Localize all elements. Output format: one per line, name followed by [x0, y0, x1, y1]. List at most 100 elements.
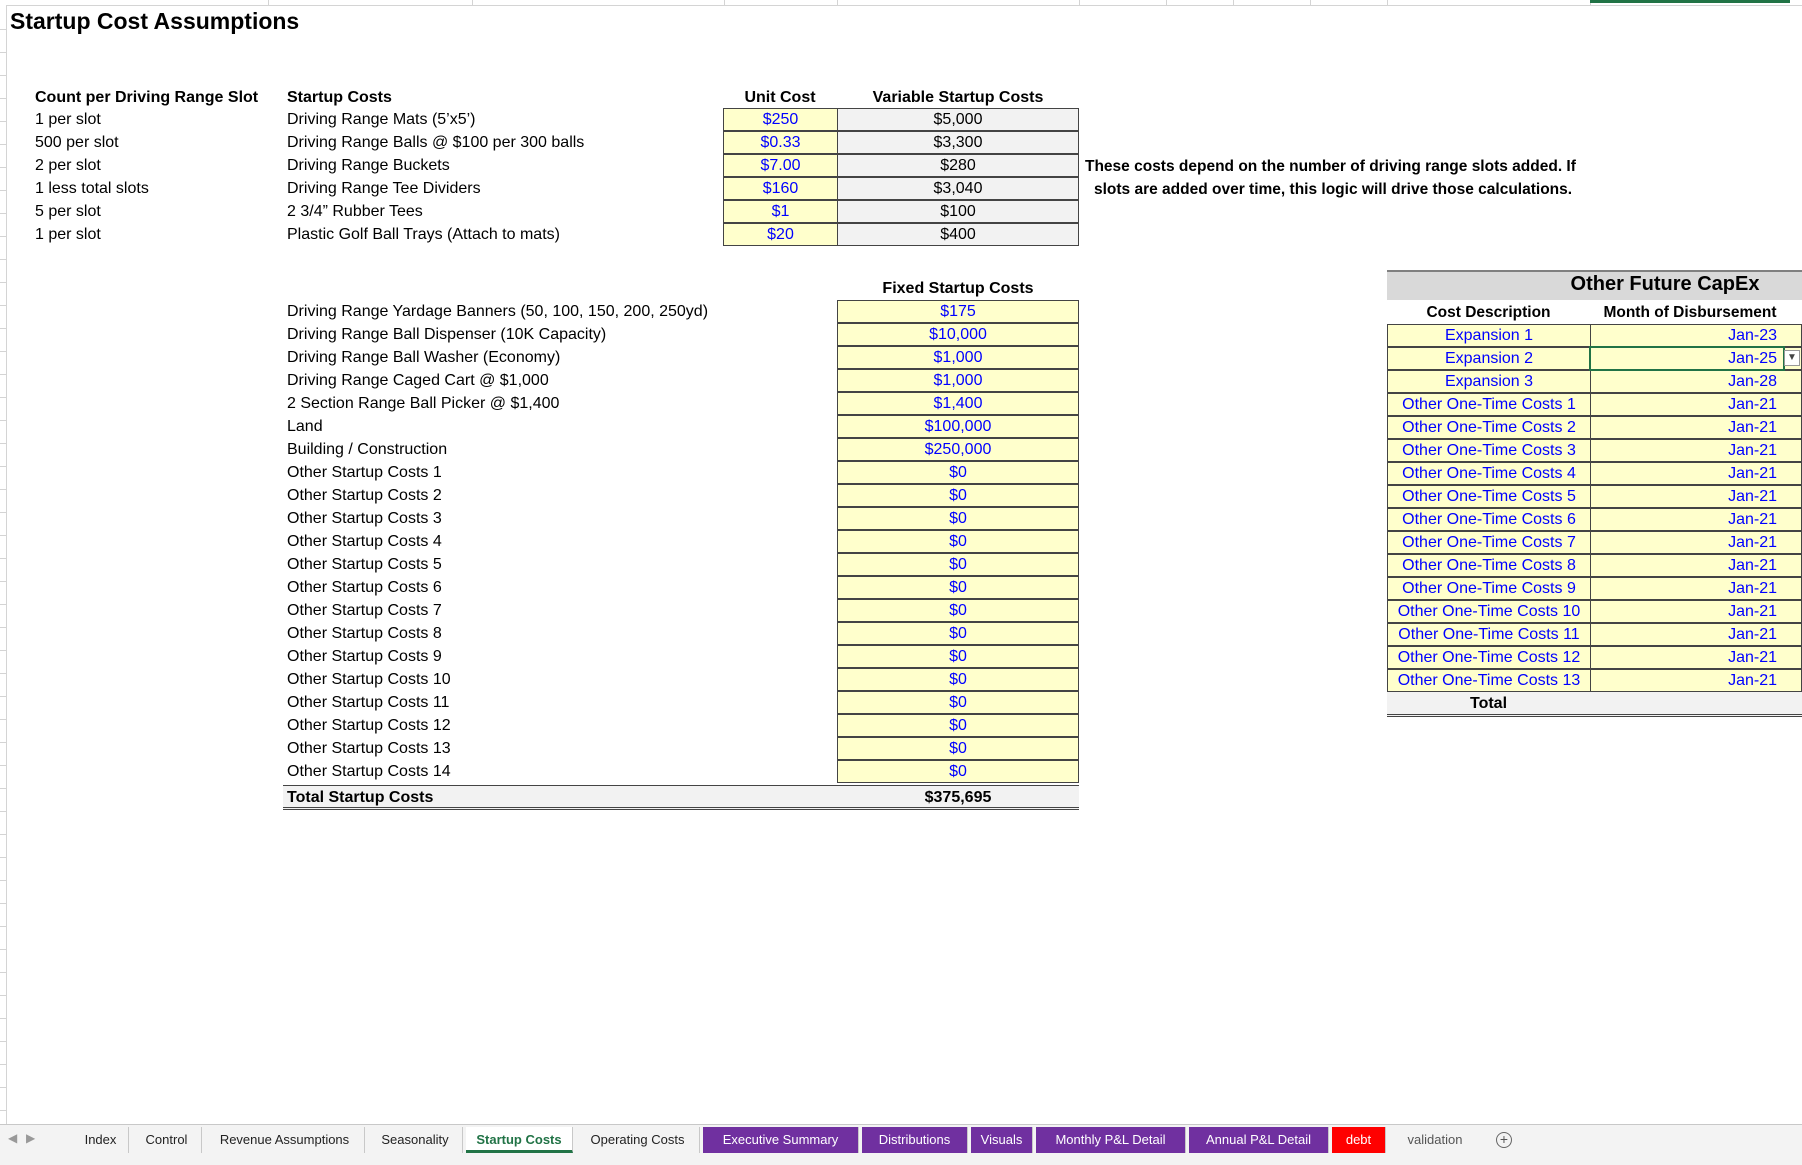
fixed-cost-input[interactable]: $0	[837, 461, 1079, 484]
fixed-cost-input[interactable]: $0	[837, 599, 1079, 622]
sheet-tab-monthly-p-l-detail[interactable]: Monthly P&L Detail	[1036, 1127, 1186, 1153]
count-cell: 500 per slot	[35, 134, 119, 151]
fixed-cost-input[interactable]: $0	[837, 622, 1079, 645]
fixed-cost-desc: Other Startup Costs 4	[287, 533, 442, 550]
capex-description-input[interactable]: Other One-Time Costs 10	[1387, 600, 1591, 623]
capex-month-input[interactable]: Jan-21	[1590, 646, 1802, 669]
capex-month-input[interactable]: Jan-21	[1590, 623, 1802, 646]
unit-cost-input[interactable]: $0.33	[723, 131, 838, 154]
capex-month-input[interactable]: Jan-28	[1590, 370, 1802, 393]
total-value[interactable]: $375,695	[837, 786, 1079, 809]
fixed-cost-input[interactable]: $1,000	[837, 369, 1079, 392]
capex-month-input[interactable]: Jan-21	[1590, 669, 1802, 692]
variable-cost-value[interactable]: $400	[837, 223, 1079, 246]
capex-description-input[interactable]: Other One-Time Costs 9	[1387, 577, 1591, 600]
unit-cost-input[interactable]: $160	[723, 177, 838, 200]
startup-costs-header: Startup Costs	[287, 89, 392, 106]
fixed-cost-desc: 2 Section Range Ball Picker @ $1,400	[287, 395, 560, 412]
sheet-tab-debt[interactable]: debt	[1332, 1127, 1386, 1153]
capex-description-input[interactable]: Other One-Time Costs 4	[1387, 462, 1591, 485]
fixed-cost-desc: Building / Construction	[287, 441, 448, 458]
unit-cost-input[interactable]: $7.00	[723, 154, 838, 177]
sheet-tab-annual-p-l-detail[interactable]: Annual P&L Detail	[1189, 1127, 1329, 1153]
total-label: Total Startup Costs	[287, 789, 434, 806]
capex-description-input[interactable]: Other One-Time Costs 1	[1387, 393, 1591, 416]
capex-description-input[interactable]: Expansion 1	[1387, 324, 1591, 347]
variable-cost-value[interactable]: $280	[837, 154, 1079, 177]
fixed-cost-input[interactable]: $0	[837, 668, 1079, 691]
sheet-tab-startup-costs[interactable]: Startup Costs	[466, 1127, 573, 1153]
fixed-cost-input[interactable]: $0	[837, 714, 1079, 737]
fixed-cost-input[interactable]: $1,000	[837, 346, 1079, 369]
sheet-tab-control[interactable]: Control	[132, 1127, 202, 1153]
capex-month-input[interactable]: Jan-21	[1590, 600, 1802, 623]
capex-month-input[interactable]: Jan-21	[1590, 416, 1802, 439]
fixed-cost-input[interactable]: $0	[837, 484, 1079, 507]
fixed-cost-input[interactable]: $175	[837, 300, 1079, 323]
capex-month-input[interactable]: Jan-21	[1590, 508, 1802, 531]
row-grid-left	[0, 5, 7, 1124]
variable-cost-value[interactable]: $3,300	[837, 131, 1079, 154]
unit-cost-input[interactable]: $20	[723, 223, 838, 246]
startup-cost-desc: Driving Range Buckets	[287, 157, 450, 174]
fixed-cost-input[interactable]: $0	[837, 530, 1079, 553]
fixed-cost-input[interactable]: $0	[837, 691, 1079, 714]
capex-description-input[interactable]: Expansion 2	[1387, 347, 1591, 370]
chevron-down-icon[interactable]: ▼	[1784, 350, 1800, 366]
variable-cost-value[interactable]: $3,040	[837, 177, 1079, 200]
capex-description-input[interactable]: Other One-Time Costs 7	[1387, 531, 1591, 554]
fixed-cost-input[interactable]: $1,400	[837, 392, 1079, 415]
sheet-tab-validation[interactable]: validation	[1389, 1127, 1481, 1153]
startup-cost-desc: 2 3/4” Rubber Tees	[287, 203, 423, 220]
sheet-tab-executive-summary[interactable]: Executive Summary	[703, 1127, 859, 1153]
fixed-cost-input[interactable]: $0	[837, 553, 1079, 576]
plus-circle-icon[interactable]: +	[1496, 1132, 1512, 1148]
capex-description-input[interactable]: Other One-Time Costs 5	[1387, 485, 1591, 508]
sheet-tab-operating-costs[interactable]: Operating Costs	[576, 1127, 700, 1153]
capex-description-input[interactable]: Other One-Time Costs 6	[1387, 508, 1591, 531]
capex-month-input[interactable]: Jan-21	[1590, 462, 1802, 485]
capex-description-input[interactable]: Other One-Time Costs 12	[1387, 646, 1591, 669]
active-cell-highlight	[1589, 346, 1785, 371]
arrow-right-icon[interactable]: ▶	[26, 1131, 35, 1145]
sheet-tab-distributions[interactable]: Distributions	[862, 1127, 968, 1153]
capex-month-input[interactable]: Jan-21	[1590, 554, 1802, 577]
fixed-cost-input[interactable]: $0	[837, 507, 1079, 530]
fixed-cost-input[interactable]: $0	[837, 737, 1079, 760]
worksheet[interactable]: Startup Cost Assumptions Count per Drivi…	[0, 0, 1802, 1124]
capex-month-input[interactable]: Jan-21	[1590, 531, 1802, 554]
fixed-cost-desc: Other Startup Costs 8	[287, 625, 442, 642]
variable-note-line2: slots are added over time, this logic wi…	[1094, 181, 1573, 198]
capex-month-input[interactable]: Jan-23	[1590, 324, 1802, 347]
fixed-cost-desc: Other Startup Costs 6	[287, 579, 442, 596]
fixed-cost-input[interactable]: $250,000	[837, 438, 1079, 461]
capex-title: Other Future CapEx	[1570, 273, 1760, 295]
arrow-left-icon[interactable]: ◀	[8, 1131, 17, 1145]
capex-description-input[interactable]: Expansion 3	[1387, 370, 1591, 393]
fixed-cost-input[interactable]: $10,000	[837, 323, 1079, 346]
capex-description-input[interactable]: Other One-Time Costs 13	[1387, 669, 1591, 692]
capex-month-input[interactable]: Jan-21	[1590, 393, 1802, 416]
sheet-tab-revenue-assumptions[interactable]: Revenue Assumptions	[205, 1127, 365, 1153]
unit-cost-input[interactable]: $1	[723, 200, 838, 223]
capex-description-input[interactable]: Other One-Time Costs 3	[1387, 439, 1591, 462]
capex-description-input[interactable]: Other One-Time Costs 8	[1387, 554, 1591, 577]
fixed-cost-desc: Other Startup Costs 14	[287, 763, 451, 780]
sheet-tab-visuals[interactable]: Visuals	[971, 1127, 1033, 1153]
variable-cost-value[interactable]: $5,000	[837, 108, 1079, 131]
fixed-cost-input[interactable]: $0	[837, 760, 1079, 783]
capex-month-input[interactable]: Jan-21	[1590, 485, 1802, 508]
capex-description-input[interactable]: Other One-Time Costs 11	[1387, 623, 1591, 646]
fixed-cost-input[interactable]: $0	[837, 576, 1079, 599]
startup-cost-desc: Driving Range Mats (5’x5’)	[287, 111, 476, 128]
fixed-cost-desc: Other Startup Costs 12	[287, 717, 451, 734]
fixed-cost-input[interactable]: $100,000	[837, 415, 1079, 438]
capex-description-input[interactable]: Other One-Time Costs 2	[1387, 416, 1591, 439]
variable-cost-value[interactable]: $100	[837, 200, 1079, 223]
capex-month-input[interactable]: Jan-21	[1590, 439, 1802, 462]
sheet-tab-seasonality[interactable]: Seasonality	[368, 1127, 463, 1153]
capex-month-input[interactable]: Jan-21	[1590, 577, 1802, 600]
sheet-tab-index[interactable]: Index	[73, 1127, 129, 1153]
unit-cost-input[interactable]: $250	[723, 108, 838, 131]
fixed-cost-input[interactable]: $0	[837, 645, 1079, 668]
